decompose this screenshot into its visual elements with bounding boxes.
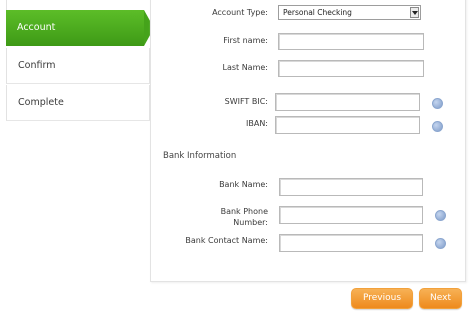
- step-confirm[interactable]: Confirm: [6, 48, 150, 84]
- bank-information-heading: Bank Information: [163, 151, 237, 161]
- bank-contact-field[interactable]: [279, 234, 423, 252]
- first-name-label: First name:: [223, 36, 268, 45]
- step-label: Confirm: [18, 60, 56, 71]
- previous-button[interactable]: Previous: [351, 288, 413, 309]
- bank-contact-label: Bank Contact Name:: [185, 236, 268, 245]
- help-icon[interactable]: [435, 238, 446, 249]
- swift-bic-label: SWIFT BIC:: [224, 97, 268, 106]
- bank-phone-label-line1: Bank Phone: [220, 207, 268, 216]
- sidebar-top: [6, 0, 152, 10]
- chevron-down-icon[interactable]: [410, 7, 419, 18]
- help-icon[interactable]: [435, 210, 446, 221]
- step-label: Account: [17, 22, 56, 33]
- last-name-field[interactable]: [278, 60, 424, 77]
- first-name-field[interactable]: [278, 33, 424, 50]
- step-label: Complete: [18, 97, 64, 108]
- bank-name-label: Bank Name:: [219, 180, 268, 189]
- swift-bic-field[interactable]: [275, 93, 420, 111]
- bank-phone-field[interactable]: [279, 206, 423, 224]
- iban-field[interactable]: [275, 116, 420, 134]
- next-button[interactable]: Next: [419, 288, 462, 309]
- step-complete[interactable]: Complete: [6, 85, 150, 121]
- last-name-label: Last Name:: [222, 63, 268, 72]
- bank-phone-label-line2: Number:: [233, 218, 268, 227]
- account-type-label: Account Type:: [212, 8, 268, 17]
- step-account[interactable]: Account: [6, 10, 154, 46]
- help-icon[interactable]: [432, 121, 443, 132]
- bank-name-field[interactable]: [279, 178, 423, 196]
- account-type-select[interactable]: Personal Checking: [278, 5, 421, 20]
- iban-label: IBAN:: [246, 119, 268, 128]
- account-type-value: Personal Checking: [283, 8, 352, 17]
- help-icon[interactable]: [432, 98, 443, 109]
